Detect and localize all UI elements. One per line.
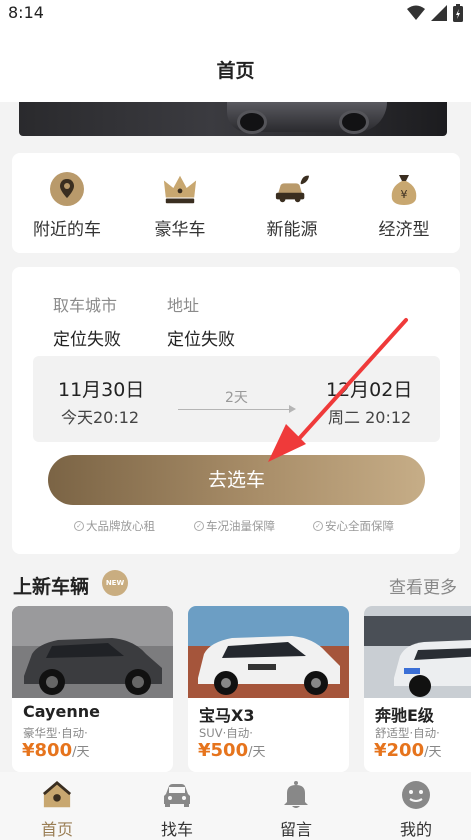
car-spec: SUV·自动· — [199, 726, 253, 740]
bottom-tab-bar: 首页 找车 留言 我的 — [0, 772, 471, 840]
crown-icon — [162, 171, 198, 207]
choose-car-button[interactable]: 去选车 — [48, 455, 425, 505]
banner-car-wheel — [237, 110, 267, 134]
category-economy[interactable]: ¥ 经济型 — [354, 171, 454, 240]
car-spec: 豪华型·自动· — [23, 726, 88, 740]
signal-icon — [431, 5, 447, 21]
car-card[interactable]: 宝马X3 SUV·自动· ¥500/天 — [188, 606, 349, 772]
car-photo — [12, 606, 173, 698]
status-icons — [407, 4, 463, 22]
car-price: ¥500/天 — [198, 740, 266, 761]
guarantee-text: 车况油量保障 — [206, 519, 275, 533]
check-circle-icon: ✓ — [194, 521, 204, 531]
tab-find-car[interactable]: 找车 — [137, 780, 217, 840]
money-bag-icon: ¥ — [386, 171, 422, 207]
guarantee-text: 大品牌放心租 — [86, 519, 155, 533]
guarantee-text: 安心全面保障 — [325, 519, 394, 533]
pickup-city-value[interactable]: 定位失败 — [53, 325, 121, 350]
wifi-icon — [407, 5, 425, 20]
category-luxury[interactable]: 豪华车 — [130, 171, 230, 240]
return-date[interactable]: 12月02日 — [326, 375, 412, 402]
car-photo — [188, 606, 349, 698]
new-cars-title: 上新车辆 — [13, 576, 90, 598]
top-navigation-bar: 首页 — [0, 26, 471, 102]
guarantee-item: ✓ 安心全面保障 — [313, 518, 394, 534]
pickup-city-label: 取车城市 — [53, 296, 118, 315]
tab-home[interactable]: 首页 — [17, 780, 97, 840]
car-price-unit: /天 — [72, 745, 90, 760]
car-price-unit: /天 — [248, 745, 266, 760]
home-icon — [42, 780, 72, 810]
tab-messages[interactable]: 留言 — [256, 780, 336, 840]
tab-label: 找车 — [160, 820, 193, 839]
address-value[interactable]: 定位失败 — [167, 325, 235, 350]
car-price: ¥200/天 — [374, 740, 442, 761]
status-bar: 8:14 — [0, 0, 471, 26]
status-time: 8:14 — [8, 3, 44, 22]
car-spec: 舒适型·自动· — [375, 726, 440, 740]
tab-label: 我的 — [399, 820, 432, 839]
see-more-link[interactable]: 查看更多 — [389, 573, 457, 598]
category-nearby[interactable]: 附近的车 — [17, 171, 117, 240]
new-badge: NEW — [102, 570, 128, 596]
page-title: 首页 — [216, 60, 255, 82]
rental-date-selector[interactable]: 11月30日 今天20:12 2天 12月02日 周二 20:12 — [33, 356, 440, 442]
category-panel: 附近的车 豪华车 新能源 ¥ 经济型 — [12, 153, 460, 253]
car-card[interactable]: 奔驰E级 舒适型·自动· ¥200/天 — [364, 606, 471, 772]
pickup-time[interactable]: 今天20:12 — [61, 404, 139, 428]
svg-text:¥: ¥ — [401, 188, 408, 201]
car-name: 奔驰E级 — [375, 706, 434, 725]
banner-car-wheel — [339, 110, 369, 134]
tab-label: 首页 — [40, 820, 73, 839]
pickup-date[interactable]: 11月30日 — [58, 375, 144, 402]
car-photo — [364, 606, 471, 698]
category-label: 新能源 — [266, 220, 318, 240]
category-new-energy[interactable]: 新能源 — [242, 171, 342, 240]
car-price-value: ¥800 — [22, 740, 73, 761]
car-name: Cayenne — [23, 702, 100, 721]
car-price: ¥800/天 — [22, 740, 90, 761]
bell-icon — [281, 780, 311, 810]
car-name: 宝马X3 — [199, 706, 255, 725]
guarantee-item: ✓ 车况油量保障 — [194, 518, 275, 534]
car-price-value: ¥200 — [374, 740, 425, 761]
battery-icon — [453, 4, 463, 22]
return-time[interactable]: 周二 20:12 — [328, 404, 411, 428]
eco-car-icon — [274, 171, 310, 207]
address-label: 地址 — [167, 296, 200, 315]
check-circle-icon: ✓ — [74, 521, 84, 531]
duration-line — [178, 409, 294, 410]
category-label: 豪华车 — [154, 220, 206, 240]
car-price-value: ¥500 — [198, 740, 249, 761]
rental-duration: 2天 — [225, 390, 248, 406]
check-circle-icon: ✓ — [313, 521, 323, 531]
guarantee-item: ✓ 大品牌放心租 — [74, 518, 155, 534]
car-icon — [162, 780, 192, 810]
booking-panel: 取车城市 定位失败 地址 定位失败 11月30日 今天20:12 2天 12月0… — [12, 267, 460, 554]
promo-banner[interactable] — [19, 102, 447, 136]
tab-profile[interactable]: 我的 — [376, 780, 456, 840]
duration-arrow-icon — [289, 405, 296, 413]
category-label: 经济型 — [378, 220, 430, 240]
profile-icon — [401, 780, 431, 810]
location-pin-icon — [49, 171, 85, 207]
car-card[interactable]: Cayenne 豪华型·自动· ¥800/天 — [12, 606, 173, 772]
tab-label: 留言 — [279, 820, 312, 839]
category-label: 附近的车 — [33, 220, 101, 240]
car-price-unit: /天 — [424, 745, 442, 760]
